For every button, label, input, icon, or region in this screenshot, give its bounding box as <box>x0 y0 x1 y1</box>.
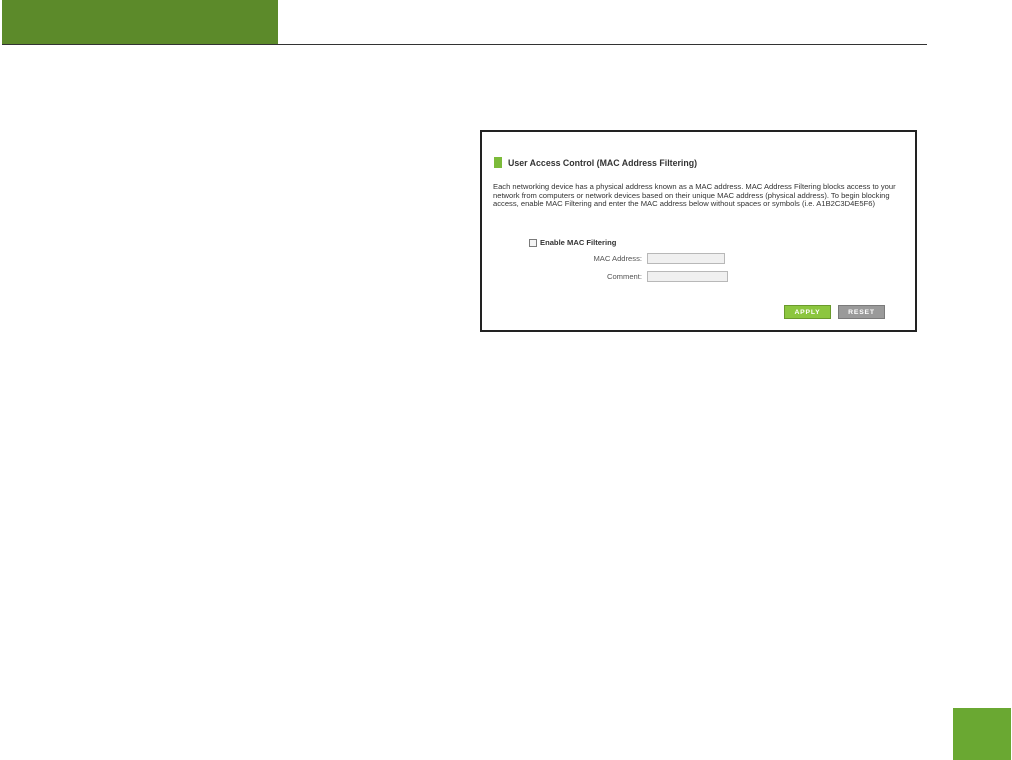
panel-title: User Access Control (MAC Address Filteri… <box>494 157 697 168</box>
mac-address-input[interactable] <box>647 253 725 264</box>
title-marker-icon <box>494 157 502 168</box>
panel-description: Each networking device has a physical ad… <box>493 182 896 209</box>
reset-button[interactable]: RESET <box>838 305 885 319</box>
comment-label: Comment: <box>606 272 642 281</box>
mac-address-label: MAC Address: <box>593 254 642 263</box>
apply-button[interactable]: APPLY <box>784 305 831 319</box>
panel-title-text: User Access Control (MAC Address Filteri… <box>508 157 698 168</box>
enable-mac-filtering-checkbox[interactable] <box>529 238 537 247</box>
enable-mac-filtering-row[interactable]: Enable MAC Filtering <box>529 238 616 247</box>
header-rule <box>2 44 927 45</box>
comment-input[interactable] <box>647 271 728 282</box>
mac-filter-panel: User Access Control (MAC Address Filteri… <box>480 130 917 332</box>
comment-row: Comment: <box>542 271 728 282</box>
enable-mac-filtering-label: Enable MAC Filtering <box>540 238 617 247</box>
mac-address-row: MAC Address: <box>542 253 725 264</box>
page-number-box <box>953 708 1011 760</box>
header-tab <box>2 0 278 44</box>
